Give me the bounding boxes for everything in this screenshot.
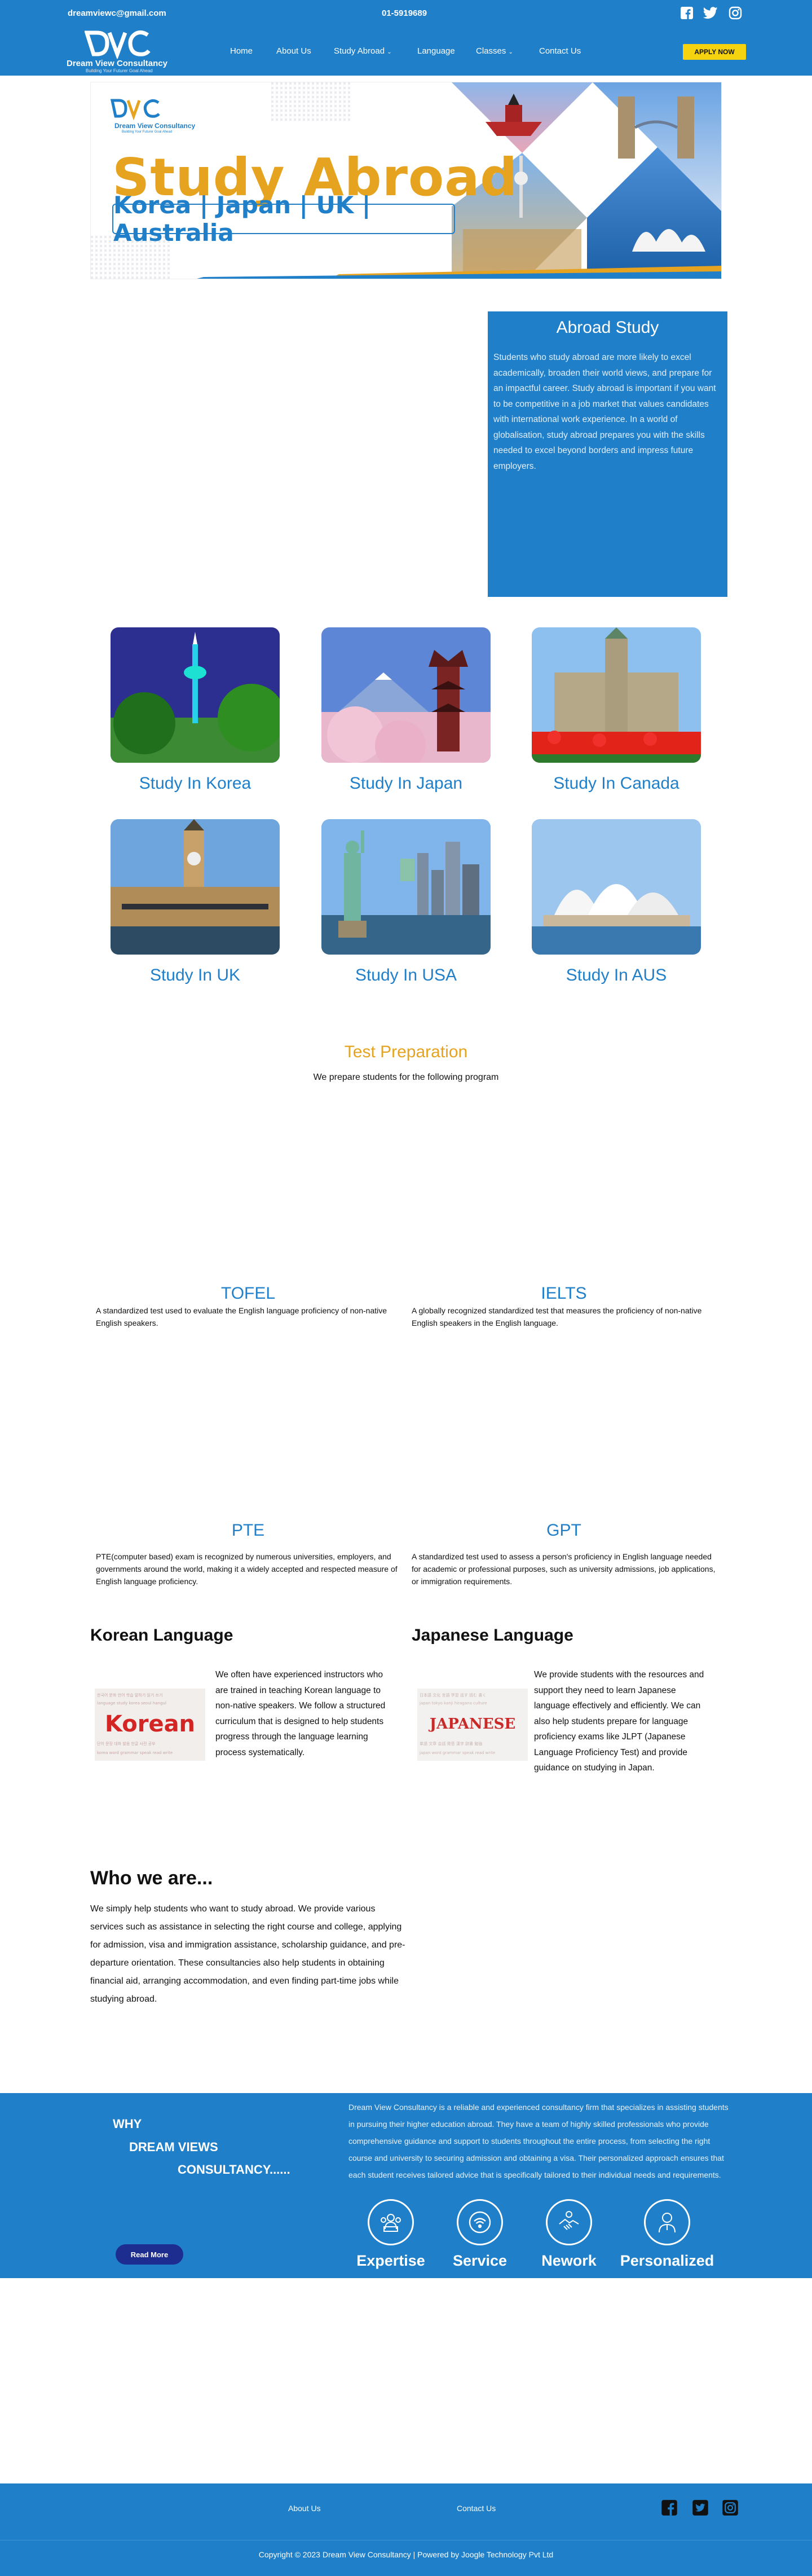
why-section: WHY DREAM VIEWS CONSULTANCY...... Dream … xyxy=(0,2093,812,2278)
logo-tagline: Building Your Futurer Goal Ahead xyxy=(86,68,153,73)
japanese-language-title: Japanese Language xyxy=(412,1626,573,1645)
footer-link-contact-us[interactable]: Contact Us xyxy=(457,2504,496,2513)
usa-image[interactable] xyxy=(321,819,491,955)
svg-text:日本語 文化 言語 学習 話す 読む 書く: 日本語 文化 言語 学習 話す 読む 書く xyxy=(420,1693,486,1698)
nav-classes[interactable]: Classes ⌄ xyxy=(476,46,513,56)
abroad-study-box: Abroad Study Students who study abroad a… xyxy=(488,311,727,597)
australia-image[interactable] xyxy=(532,819,701,955)
facebook-icon[interactable] xyxy=(679,5,695,21)
chevron-down-icon: ⌄ xyxy=(387,49,392,55)
instagram-icon[interactable] xyxy=(722,2499,739,2516)
logo-name: Dream View Consultancy xyxy=(67,59,167,68)
top-bar: dreamviewc@gmail.com 01-5919689 xyxy=(0,0,812,26)
study-in-canada-link[interactable]: Study In Canada xyxy=(520,774,712,793)
svg-text:japan word grammar speak read: japan word grammar speak read write xyxy=(419,1751,495,1755)
why-heading-line3: CONSULTANCY...... xyxy=(178,2162,290,2177)
banner-logo-name: Dream View Consultancy xyxy=(114,122,196,130)
team-icon xyxy=(368,2199,414,2245)
study-in-aus-link[interactable]: Study In AUS xyxy=(520,966,712,985)
wifi-icon xyxy=(457,2199,503,2245)
hero-banner: Dream View Consultancy Building Your Fut… xyxy=(90,82,722,279)
read-more-button[interactable]: Read More xyxy=(116,2244,183,2265)
nav-contact-us[interactable]: Contact Us xyxy=(539,46,581,56)
korea-image[interactable] xyxy=(111,627,280,763)
handshake-icon xyxy=(546,2199,592,2245)
nav-about-us[interactable]: About Us xyxy=(276,46,311,56)
footer: About Us Contact Us Copyright © 2023 Dre… xyxy=(0,2483,812,2576)
ielts-title: IELTS xyxy=(541,1284,587,1303)
svg-text:language study korea seoul han: language study korea seoul hangul xyxy=(97,1701,166,1705)
feature-network-label: Nework xyxy=(541,2252,597,2269)
japanese-image-word: JAPANESE xyxy=(429,1716,516,1733)
dvc-logo[interactable] xyxy=(84,29,152,60)
who-we-are-title: Who we are... xyxy=(90,1867,213,1889)
twitter-icon[interactable] xyxy=(703,5,718,21)
apply-now-button[interactable]: APPLY NOW xyxy=(683,44,746,60)
test-preparation-subtitle: We prepare students for the following pr… xyxy=(313,1072,499,1082)
abroad-study-text: Students who study abroad are more likel… xyxy=(493,353,716,471)
banner-countries: Korea | Japan | UK | Australia xyxy=(112,191,455,247)
canada-image[interactable] xyxy=(532,627,701,763)
study-in-uk-link[interactable]: Study In UK xyxy=(99,966,291,985)
korean-language-title: Korean Language xyxy=(90,1626,233,1645)
svg-text:단어 문장 대화 발음 한글 사전 공부: 단어 문장 대화 발음 한글 사전 공부 xyxy=(97,1741,156,1746)
tofel-title: TOFEL xyxy=(220,1284,276,1303)
nav-language[interactable]: Language xyxy=(417,46,455,56)
korean-image-word: Korean xyxy=(104,1711,196,1737)
gpt-title: GPT xyxy=(546,1521,581,1540)
why-text: Dream View Consultancy is a reliable and… xyxy=(348,2103,729,2179)
why-heading-line1: WHY xyxy=(113,2117,142,2131)
svg-text:korea word grammar speak read: korea word grammar speak read write xyxy=(97,1751,173,1755)
feature-personalized-label: Personalized xyxy=(620,2252,714,2269)
banner-logo-tagline: Building Your Futurer Goal Ahead xyxy=(122,130,173,134)
korean-image: 한국어 문화 언어 학습 말하기 읽기 쓰기 language study kor… xyxy=(95,1689,205,1761)
korean-language-text: We often have experienced instructors wh… xyxy=(215,1670,386,1757)
main-navigation: Dream View Consultancy Building Your Fut… xyxy=(0,26,812,76)
contact-email[interactable]: dreamviewc@gmail.com xyxy=(68,8,166,18)
instagram-icon[interactable] xyxy=(727,5,743,21)
nav-classes-label: Classes xyxy=(476,46,506,56)
study-in-japan-link[interactable]: Study In Japan xyxy=(310,774,502,793)
nav-study-abroad[interactable]: Study Abroad ⌄ xyxy=(334,46,392,56)
svg-text:japan tokyo kanji hiragana cul: japan tokyo kanji hiragana culture xyxy=(419,1701,487,1705)
chevron-down-icon: ⌄ xyxy=(508,49,513,55)
uk-image[interactable] xyxy=(111,819,280,955)
japanese-image: 日本語 文化 言語 学習 話す 読む 書く japan tokyo kanji h… xyxy=(417,1689,528,1761)
facebook-icon[interactable] xyxy=(661,2499,678,2516)
study-in-usa-link[interactable]: Study In USA xyxy=(310,966,502,985)
test-preparation-title: Test Preparation xyxy=(344,1043,468,1061)
pte-title: PTE xyxy=(231,1521,265,1540)
svg-text:한국어 문화 언어 학습 말하기 읽기 쓰기: 한국어 문화 언어 학습 말하기 읽기 쓰기 xyxy=(97,1693,162,1698)
nav-study-abroad-label: Study Abroad xyxy=(334,46,385,56)
pte-description: PTE(computer based) exam is recognized b… xyxy=(96,1552,398,1586)
gpt-description: A standardized test used to assess a per… xyxy=(412,1552,716,1586)
tofel-description: A standardized test used to evaluate the… xyxy=(96,1306,387,1327)
copyright-text: Copyright © 2023 Dream View Consultancy … xyxy=(258,2550,554,2559)
japan-image[interactable] xyxy=(321,627,491,763)
ielts-description: A globally recognized standardized test … xyxy=(412,1306,702,1327)
nav-home[interactable]: Home xyxy=(230,46,253,56)
footer-link-about-us[interactable]: About Us xyxy=(288,2504,321,2513)
why-heading-line2: DREAM VIEWS xyxy=(129,2140,218,2154)
abroad-study-title: Abroad Study xyxy=(556,318,659,337)
svg-text:単語 文章 会話 発音 漢字 辞書 勉強: 単語 文章 会話 発音 漢字 辞書 勉強 xyxy=(420,1741,482,1746)
contact-phone[interactable]: 01-5919689 xyxy=(382,8,427,18)
twitter-icon[interactable] xyxy=(692,2499,709,2516)
japanese-language-text: We provide students with the resources a… xyxy=(534,1670,704,1773)
who-we-are-text: We simply help students who want to stud… xyxy=(90,1904,405,2004)
person-icon xyxy=(644,2199,690,2245)
study-in-korea-link[interactable]: Study In Korea xyxy=(99,774,291,793)
